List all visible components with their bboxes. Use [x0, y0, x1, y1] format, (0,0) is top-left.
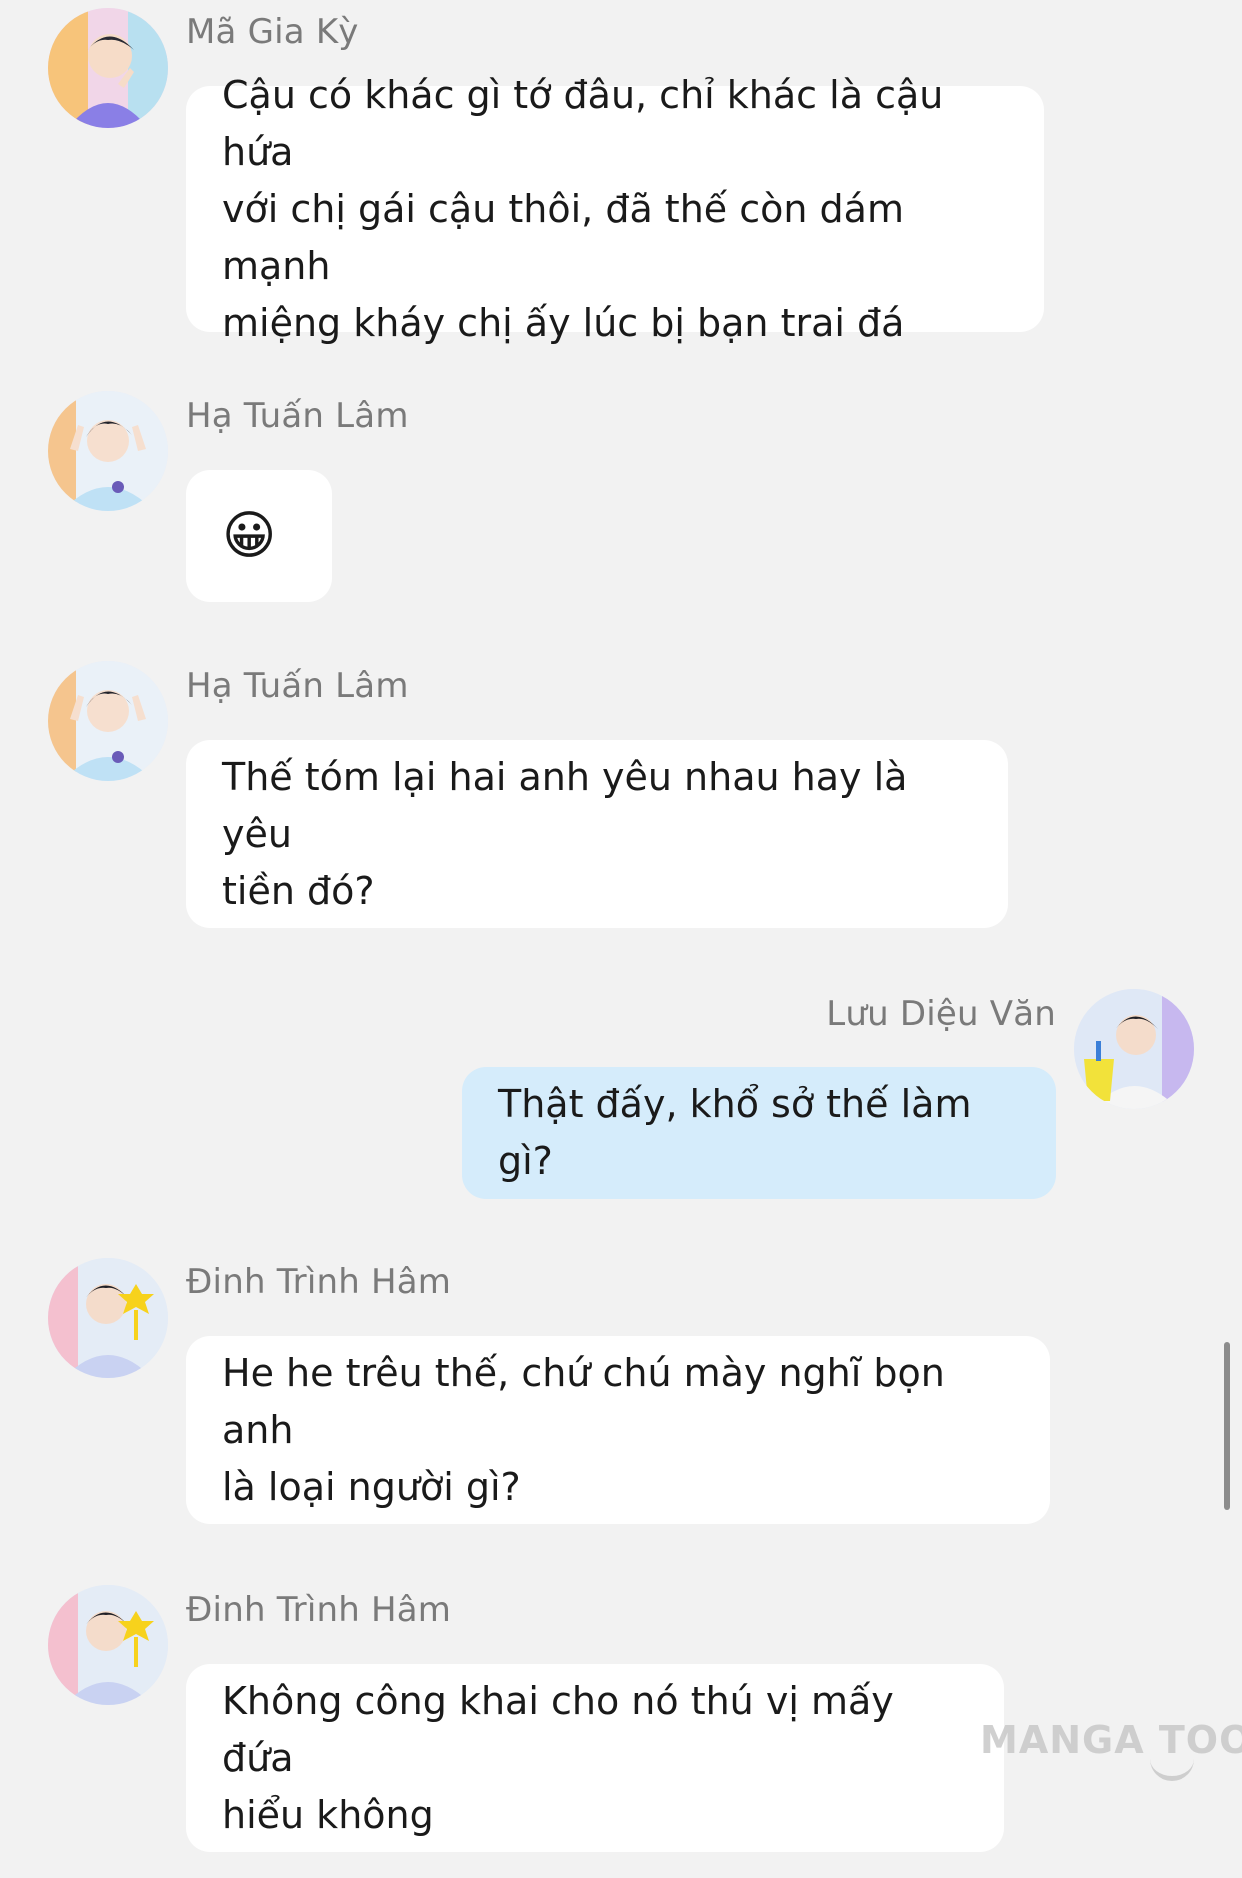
message-bubble[interactable]: 😀: [186, 470, 332, 602]
message-bubble[interactable]: Thế tóm lại hai anh yêu nhau hay là yêu …: [186, 740, 1008, 928]
message-bubble[interactable]: He he trêu thế, chứ chú mày nghĩ bọn anh…: [186, 1336, 1050, 1524]
sender-name: Mã Gia Kỳ: [186, 12, 359, 52]
watermark-smile-icon: [1150, 1756, 1194, 1781]
sender-name: Lưu Diệu Văn: [826, 994, 1056, 1034]
message-bubble[interactable]: Không công khai cho nó thú vị mấy đứa hi…: [186, 1664, 1004, 1852]
avatar[interactable]: [48, 391, 168, 511]
sender-name: Hạ Tuấn Lâm: [186, 666, 409, 706]
message-bubble[interactable]: Thật đấy, khổ sở thế làm gì?: [462, 1067, 1056, 1199]
message-text: Cậu có khác gì tớ đâu, chỉ khác là cậu h…: [222, 72, 944, 345]
avatar[interactable]: [1074, 989, 1194, 1109]
sender-name: Đinh Trình Hâm: [186, 1262, 452, 1302]
avatar[interactable]: [48, 8, 168, 128]
message-text: Không công khai cho nó thú vị mấy đứa hi…: [222, 1678, 894, 1837]
sender-name: Đinh Trình Hâm: [186, 1590, 452, 1630]
message-text: He he trêu thế, chứ chú mày nghĩ bọn anh…: [222, 1350, 945, 1509]
sender-name: Hạ Tuấn Lâm: [186, 396, 409, 436]
avatar[interactable]: [48, 1585, 168, 1705]
avatar[interactable]: [48, 1258, 168, 1378]
scrollbar[interactable]: [1224, 1342, 1230, 1510]
message-text: Thế tóm lại hai anh yêu nhau hay là yêu …: [222, 754, 908, 913]
emoji-grinning-icon: 😀: [222, 506, 277, 566]
watermark-logo: MANGA TOON: [980, 1718, 1242, 1762]
message-text: Thật đấy, khổ sở thế làm gì?: [498, 1082, 972, 1183]
message-bubble[interactable]: Cậu có khác gì tớ đâu, chỉ khác là cậu h…: [186, 73, 1044, 345]
avatar[interactable]: [48, 661, 168, 781]
